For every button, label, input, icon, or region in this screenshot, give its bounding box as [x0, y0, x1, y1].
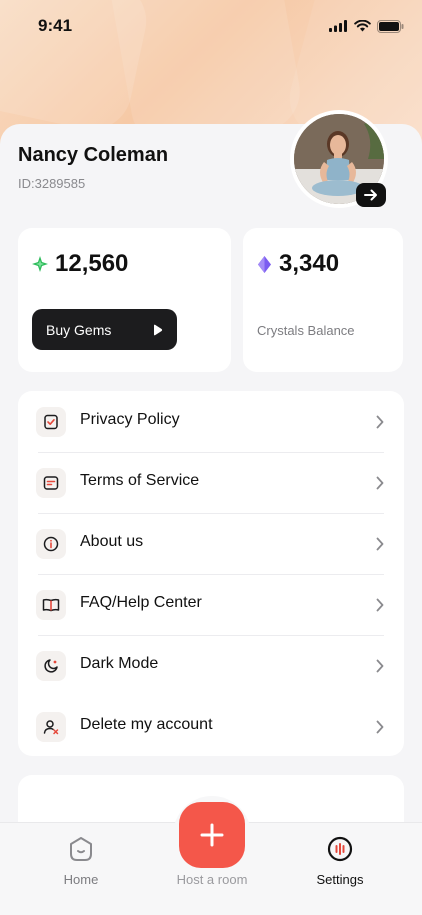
- signal-icon: [329, 20, 347, 32]
- user-id: ID:3289585: [18, 176, 86, 191]
- gems-card: 12,560 Buy Gems: [18, 228, 231, 372]
- battery-icon: [377, 19, 404, 33]
- menu-item-label: Terms of Service: [80, 472, 200, 489]
- menu-item-faq-help-center[interactable]: FAQ/Help Center: [18, 574, 404, 635]
- play-icon: [154, 324, 163, 335]
- gems-amount: 12,560: [55, 250, 129, 277]
- moon-icon: [36, 651, 66, 681]
- wifi-icon: [354, 20, 371, 32]
- status-time: 9:41: [38, 16, 73, 35]
- tab-home-label: Home: [63, 872, 99, 887]
- chevron-right-icon: [376, 476, 384, 490]
- chevron-right-icon: [376, 415, 384, 429]
- crystals-amount: 3,340: [279, 250, 340, 277]
- crystals-label: Crystals Balance: [257, 323, 355, 338]
- status-bar: 9:41: [0, 0, 422, 52]
- plus-icon: [200, 823, 224, 847]
- buy-gems-label: Buy Gems: [46, 321, 112, 338]
- host-a-room-button[interactable]: [179, 802, 245, 868]
- settings-menu: Privacy Policy Terms of Service About us: [18, 391, 404, 756]
- menu-item-dark-mode[interactable]: Dark Mode: [18, 635, 404, 696]
- shield-check-icon: [36, 407, 66, 437]
- chevron-right-icon: [376, 598, 384, 612]
- gem-icon: [32, 256, 48, 272]
- status-icons: [329, 19, 404, 33]
- document-icon: [36, 468, 66, 498]
- menu-item-label: FAQ/Help Center: [80, 594, 202, 611]
- menu-item-label: About us: [80, 533, 144, 550]
- user-name: Nancy Coleman: [18, 144, 169, 166]
- book-icon: [36, 590, 66, 620]
- menu-item-delete-account[interactable]: Delete my account: [18, 696, 404, 757]
- chevron-right-icon: [376, 659, 384, 673]
- chevron-right-icon: [376, 537, 384, 551]
- user-remove-icon: [36, 712, 66, 742]
- info-icon: [36, 529, 66, 559]
- home-icon: [70, 837, 92, 861]
- buy-gems-button[interactable]: Buy Gems: [32, 309, 177, 350]
- tab-home[interactable]: Home: [21, 823, 141, 915]
- menu-item-about-us[interactable]: About us: [18, 513, 404, 574]
- chevron-right-icon: [376, 720, 384, 734]
- tab-settings[interactable]: Settings: [280, 823, 400, 915]
- menu-item-terms-of-service[interactable]: Terms of Service: [18, 452, 404, 513]
- arrow-right-icon: [364, 189, 377, 201]
- tab-host-label: Host a room: [176, 872, 248, 887]
- crystals-card: 3,340 Crystals Balance: [243, 228, 403, 372]
- menu-item-label: Delete my account: [80, 716, 213, 733]
- edit-profile-button[interactable]: [356, 183, 386, 207]
- crystal-icon: [258, 256, 271, 273]
- menu-item-label: Privacy Policy: [80, 411, 180, 428]
- menu-item-label: Dark Mode: [80, 655, 159, 672]
- tab-settings-label: Settings: [316, 872, 364, 887]
- settings-icon: [327, 836, 353, 862]
- menu-item-privacy-policy[interactable]: Privacy Policy: [18, 391, 404, 452]
